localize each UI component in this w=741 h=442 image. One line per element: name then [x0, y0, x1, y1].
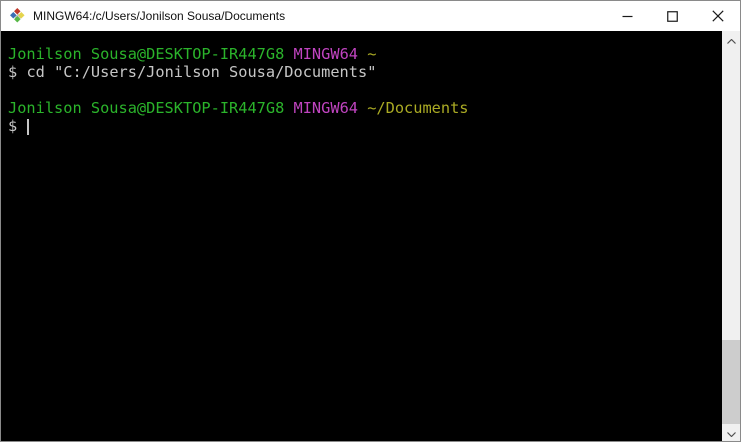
- mintty-diamond-icon[interactable]: [10, 8, 26, 24]
- vertical-scrollbar[interactable]: [722, 31, 740, 441]
- prompt-user-host: Jonilson Sousa@DESKTOP-IR447G8: [8, 45, 285, 63]
- caption-buttons: [605, 1, 740, 31]
- mintty-window: MINGW64:/c/Users/Jonilson Sousa/Document…: [0, 0, 741, 442]
- window-body: Jonilson Sousa@DESKTOP-IR447G8 MINGW64 ~…: [1, 31, 740, 441]
- minimize-button[interactable]: [605, 1, 650, 31]
- scroll-up-button[interactable]: [722, 31, 740, 48]
- prompt-path: ~/Documents: [367, 99, 469, 117]
- maximize-button[interactable]: [650, 1, 695, 31]
- command-line: $ cd "C:/Users/Jonilson Sousa/Documents": [8, 63, 722, 81]
- minimize-icon: [622, 11, 633, 22]
- command-text: cd "C:/Users/Jonilson Sousa/Documents": [26, 63, 377, 81]
- scrollbar-track[interactable]: [722, 48, 740, 424]
- terminal-output[interactable]: Jonilson Sousa@DESKTOP-IR447G8 MINGW64 ~…: [1, 31, 722, 441]
- prompt-line: Jonilson Sousa@DESKTOP-IR447G8 MINGW64 ~: [8, 45, 722, 63]
- chevron-down-icon: [726, 425, 736, 440]
- close-icon: [711, 10, 724, 22]
- prompt-symbol: $: [8, 117, 18, 135]
- text-cursor: [27, 119, 30, 135]
- prompt-line: Jonilson Sousa@DESKTOP-IR447G8 MINGW64 ~…: [8, 99, 722, 117]
- titlebar[interactable]: MINGW64:/c/Users/Jonilson Sousa/Document…: [1, 1, 740, 31]
- maximize-icon: [667, 10, 678, 22]
- prompt-user-host: Jonilson Sousa@DESKTOP-IR447G8: [8, 99, 285, 117]
- prompt-symbol: $: [8, 63, 18, 81]
- input-line[interactable]: $: [8, 117, 722, 135]
- prompt-environment: MINGW64: [293, 99, 358, 117]
- window-title: MINGW64:/c/Users/Jonilson Sousa/Document…: [33, 9, 286, 23]
- scroll-down-button[interactable]: [722, 424, 740, 441]
- close-button[interactable]: [695, 1, 740, 31]
- chevron-up-icon: [726, 32, 736, 47]
- prompt-environment: MINGW64: [293, 45, 358, 63]
- scrollbar-thumb[interactable]: [722, 340, 740, 424]
- prompt-path: ~: [367, 45, 377, 63]
